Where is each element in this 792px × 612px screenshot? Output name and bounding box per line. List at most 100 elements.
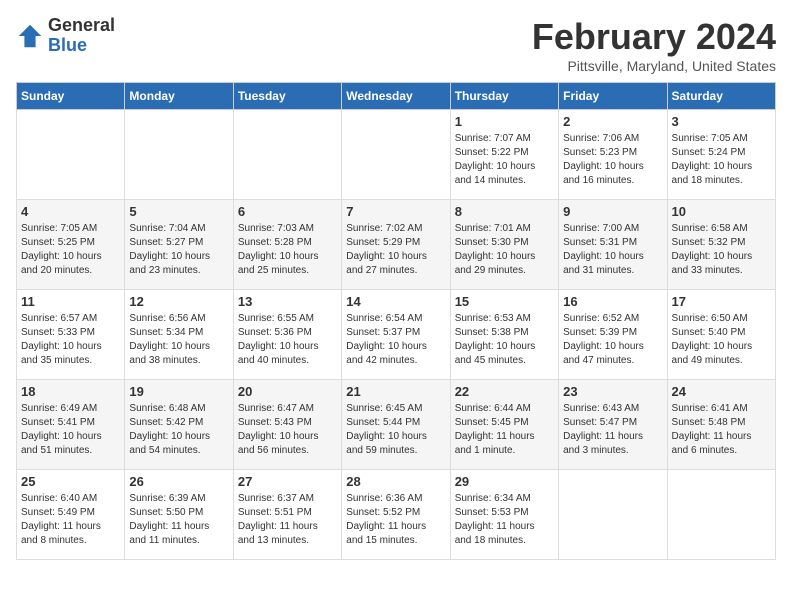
cell-content: Sunrise: 7:05 AM Sunset: 5:24 PM Dayligh… bbox=[672, 132, 771, 188]
cell-content: Sunrise: 6:45 AM Sunset: 5:44 PM Dayligh… bbox=[346, 402, 445, 458]
calendar-cell: 10 Sunrise: 6:58 AM Sunset: 5:32 PM Dayli… bbox=[667, 200, 775, 290]
calendar-cell bbox=[559, 470, 667, 560]
cell-content: Sunrise: 7:00 AM Sunset: 5:31 PM Dayligh… bbox=[563, 222, 662, 278]
cell-content: Sunrise: 7:06 AM Sunset: 5:23 PM Dayligh… bbox=[563, 132, 662, 188]
day-number: 4 bbox=[21, 204, 120, 219]
calendar-cell: 16 Sunrise: 6:52 AM Sunset: 5:39 PM Dayli… bbox=[559, 290, 667, 380]
cell-content: Sunrise: 6:55 AM Sunset: 5:36 PM Dayligh… bbox=[238, 312, 337, 368]
day-number: 15 bbox=[455, 294, 554, 309]
cell-content: Sunrise: 6:37 AM Sunset: 5:51 PM Dayligh… bbox=[238, 492, 337, 548]
cell-content: Sunrise: 6:34 AM Sunset: 5:53 PM Dayligh… bbox=[455, 492, 554, 548]
calendar-cell: 20 Sunrise: 6:47 AM Sunset: 5:43 PM Dayli… bbox=[233, 380, 341, 470]
calendar-week-5: 25Sunrise: 6:40 AM Sunset: 5:49 PM Dayli… bbox=[17, 470, 776, 560]
calendar-cell: 2 Sunrise: 7:06 AM Sunset: 5:23 PM Daylig… bbox=[559, 110, 667, 200]
calendar-cell: 15 Sunrise: 6:53 AM Sunset: 5:38 PM Dayli… bbox=[450, 290, 558, 380]
day-number: 2 bbox=[563, 114, 662, 129]
calendar-cell: 7 Sunrise: 7:02 AM Sunset: 5:29 PM Daylig… bbox=[342, 200, 450, 290]
day-number: 3 bbox=[672, 114, 771, 129]
cell-content: Sunrise: 6:44 AM Sunset: 5:45 PM Dayligh… bbox=[455, 402, 554, 458]
header-day-sunday: Sunday bbox=[17, 83, 125, 110]
day-number: 16 bbox=[563, 294, 662, 309]
day-number: 18 bbox=[21, 384, 120, 399]
day-number: 17 bbox=[672, 294, 771, 309]
day-number: 6 bbox=[238, 204, 337, 219]
header: General Blue February 2024 Pittsville, M… bbox=[16, 16, 776, 74]
logo-text: General Blue bbox=[48, 16, 115, 56]
day-number: 7 bbox=[346, 204, 445, 219]
calendar-cell: 19 Sunrise: 6:48 AM Sunset: 5:42 PM Dayli… bbox=[125, 380, 233, 470]
calendar-cell: 8 Sunrise: 7:01 AM Sunset: 5:30 PM Daylig… bbox=[450, 200, 558, 290]
cell-content: Sunrise: 6:47 AM Sunset: 5:43 PM Dayligh… bbox=[238, 402, 337, 458]
cell-content: Sunrise: 7:07 AM Sunset: 5:22 PM Dayligh… bbox=[455, 132, 554, 188]
logo-icon bbox=[16, 22, 44, 50]
day-number: 1 bbox=[455, 114, 554, 129]
cell-content: Sunrise: 6:43 AM Sunset: 5:47 PM Dayligh… bbox=[563, 402, 662, 458]
cell-content: Sunrise: 6:52 AM Sunset: 5:39 PM Dayligh… bbox=[563, 312, 662, 368]
calendar-week-2: 4 Sunrise: 7:05 AM Sunset: 5:25 PM Daylig… bbox=[17, 200, 776, 290]
day-number: 28 bbox=[346, 474, 445, 489]
calendar-cell: 26 Sunrise: 6:39 AM Sunset: 5:50 PM Dayli… bbox=[125, 470, 233, 560]
calendar-cell: 12 Sunrise: 6:56 AM Sunset: 5:34 PM Dayli… bbox=[125, 290, 233, 380]
cell-content: Sunrise: 6:39 AM Sunset: 5:50 PM Dayligh… bbox=[129, 492, 228, 548]
cell-content: Sunrise: 6:58 AM Sunset: 5:32 PM Dayligh… bbox=[672, 222, 771, 278]
cell-content: Sunrise: 6:41 AM Sunset: 5:48 PM Dayligh… bbox=[672, 402, 771, 458]
cell-content: Sunrise: 6:36 AM Sunset: 5:52 PM Dayligh… bbox=[346, 492, 445, 548]
calendar-cell bbox=[342, 110, 450, 200]
calendar-cell bbox=[17, 110, 125, 200]
day-number: 19 bbox=[129, 384, 228, 399]
header-day-thursday: Thursday bbox=[450, 83, 558, 110]
calendar-cell: 4 Sunrise: 7:05 AM Sunset: 5:25 PM Daylig… bbox=[17, 200, 125, 290]
logo-general-text: General bbox=[48, 16, 115, 36]
header-day-saturday: Saturday bbox=[667, 83, 775, 110]
calendar-cell: 18 Sunrise: 6:49 AM Sunset: 5:41 PM Dayli… bbox=[17, 380, 125, 470]
calendar-cell: 25Sunrise: 6:40 AM Sunset: 5:49 PM Dayli… bbox=[17, 470, 125, 560]
title-section: February 2024 Pittsville, Maryland, Unit… bbox=[532, 16, 776, 74]
calendar-cell: 17 Sunrise: 6:50 AM Sunset: 5:40 PM Dayli… bbox=[667, 290, 775, 380]
calendar-cell: 22 Sunrise: 6:44 AM Sunset: 5:45 PM Dayli… bbox=[450, 380, 558, 470]
calendar-cell: 24 Sunrise: 6:41 AM Sunset: 5:48 PM Dayli… bbox=[667, 380, 775, 470]
day-number: 9 bbox=[563, 204, 662, 219]
day-number: 14 bbox=[346, 294, 445, 309]
cell-content: Sunrise: 6:53 AM Sunset: 5:38 PM Dayligh… bbox=[455, 312, 554, 368]
day-number: 20 bbox=[238, 384, 337, 399]
day-number: 22 bbox=[455, 384, 554, 399]
calendar-cell: 5Sunrise: 7:04 AM Sunset: 5:27 PM Daylig… bbox=[125, 200, 233, 290]
day-number: 13 bbox=[238, 294, 337, 309]
calendar-header-row: SundayMondayTuesdayWednesdayThursdayFrid… bbox=[17, 83, 776, 110]
cell-content: Sunrise: 7:01 AM Sunset: 5:30 PM Dayligh… bbox=[455, 222, 554, 278]
day-number: 29 bbox=[455, 474, 554, 489]
cell-content: Sunrise: 6:40 AM Sunset: 5:49 PM Dayligh… bbox=[21, 492, 120, 548]
calendar-cell: 3 Sunrise: 7:05 AM Sunset: 5:24 PM Daylig… bbox=[667, 110, 775, 200]
day-number: 21 bbox=[346, 384, 445, 399]
cell-content: Sunrise: 7:03 AM Sunset: 5:28 PM Dayligh… bbox=[238, 222, 337, 278]
day-number: 11 bbox=[21, 294, 120, 309]
location-title: Pittsville, Maryland, United States bbox=[532, 58, 776, 74]
header-day-tuesday: Tuesday bbox=[233, 83, 341, 110]
cell-content: Sunrise: 6:50 AM Sunset: 5:40 PM Dayligh… bbox=[672, 312, 771, 368]
day-number: 10 bbox=[672, 204, 771, 219]
cell-content: Sunrise: 6:49 AM Sunset: 5:41 PM Dayligh… bbox=[21, 402, 120, 458]
calendar-cell: 29 Sunrise: 6:34 AM Sunset: 5:53 PM Dayli… bbox=[450, 470, 558, 560]
calendar-cell: 9 Sunrise: 7:00 AM Sunset: 5:31 PM Daylig… bbox=[559, 200, 667, 290]
calendar-cell: 21 Sunrise: 6:45 AM Sunset: 5:44 PM Dayli… bbox=[342, 380, 450, 470]
day-number: 5 bbox=[129, 204, 228, 219]
day-number: 24 bbox=[672, 384, 771, 399]
cell-content: Sunrise: 6:56 AM Sunset: 5:34 PM Dayligh… bbox=[129, 312, 228, 368]
calendar-cell: 27Sunrise: 6:37 AM Sunset: 5:51 PM Dayli… bbox=[233, 470, 341, 560]
cell-content: Sunrise: 6:48 AM Sunset: 5:42 PM Dayligh… bbox=[129, 402, 228, 458]
calendar-cell bbox=[233, 110, 341, 200]
calendar-cell: 23 Sunrise: 6:43 AM Sunset: 5:47 PM Dayli… bbox=[559, 380, 667, 470]
header-day-monday: Monday bbox=[125, 83, 233, 110]
day-number: 26 bbox=[129, 474, 228, 489]
day-number: 23 bbox=[563, 384, 662, 399]
cell-content: Sunrise: 7:05 AM Sunset: 5:25 PM Dayligh… bbox=[21, 222, 120, 278]
calendar-cell: 14Sunrise: 6:54 AM Sunset: 5:37 PM Dayli… bbox=[342, 290, 450, 380]
day-number: 12 bbox=[129, 294, 228, 309]
day-number: 8 bbox=[455, 204, 554, 219]
calendar-table: SundayMondayTuesdayWednesdayThursdayFrid… bbox=[16, 82, 776, 560]
calendar-cell: 6 Sunrise: 7:03 AM Sunset: 5:28 PM Daylig… bbox=[233, 200, 341, 290]
calendar-cell: 1 Sunrise: 7:07 AM Sunset: 5:22 PM Daylig… bbox=[450, 110, 558, 200]
cell-content: Sunrise: 6:57 AM Sunset: 5:33 PM Dayligh… bbox=[21, 312, 120, 368]
cell-content: Sunrise: 7:02 AM Sunset: 5:29 PM Dayligh… bbox=[346, 222, 445, 278]
calendar-cell bbox=[125, 110, 233, 200]
